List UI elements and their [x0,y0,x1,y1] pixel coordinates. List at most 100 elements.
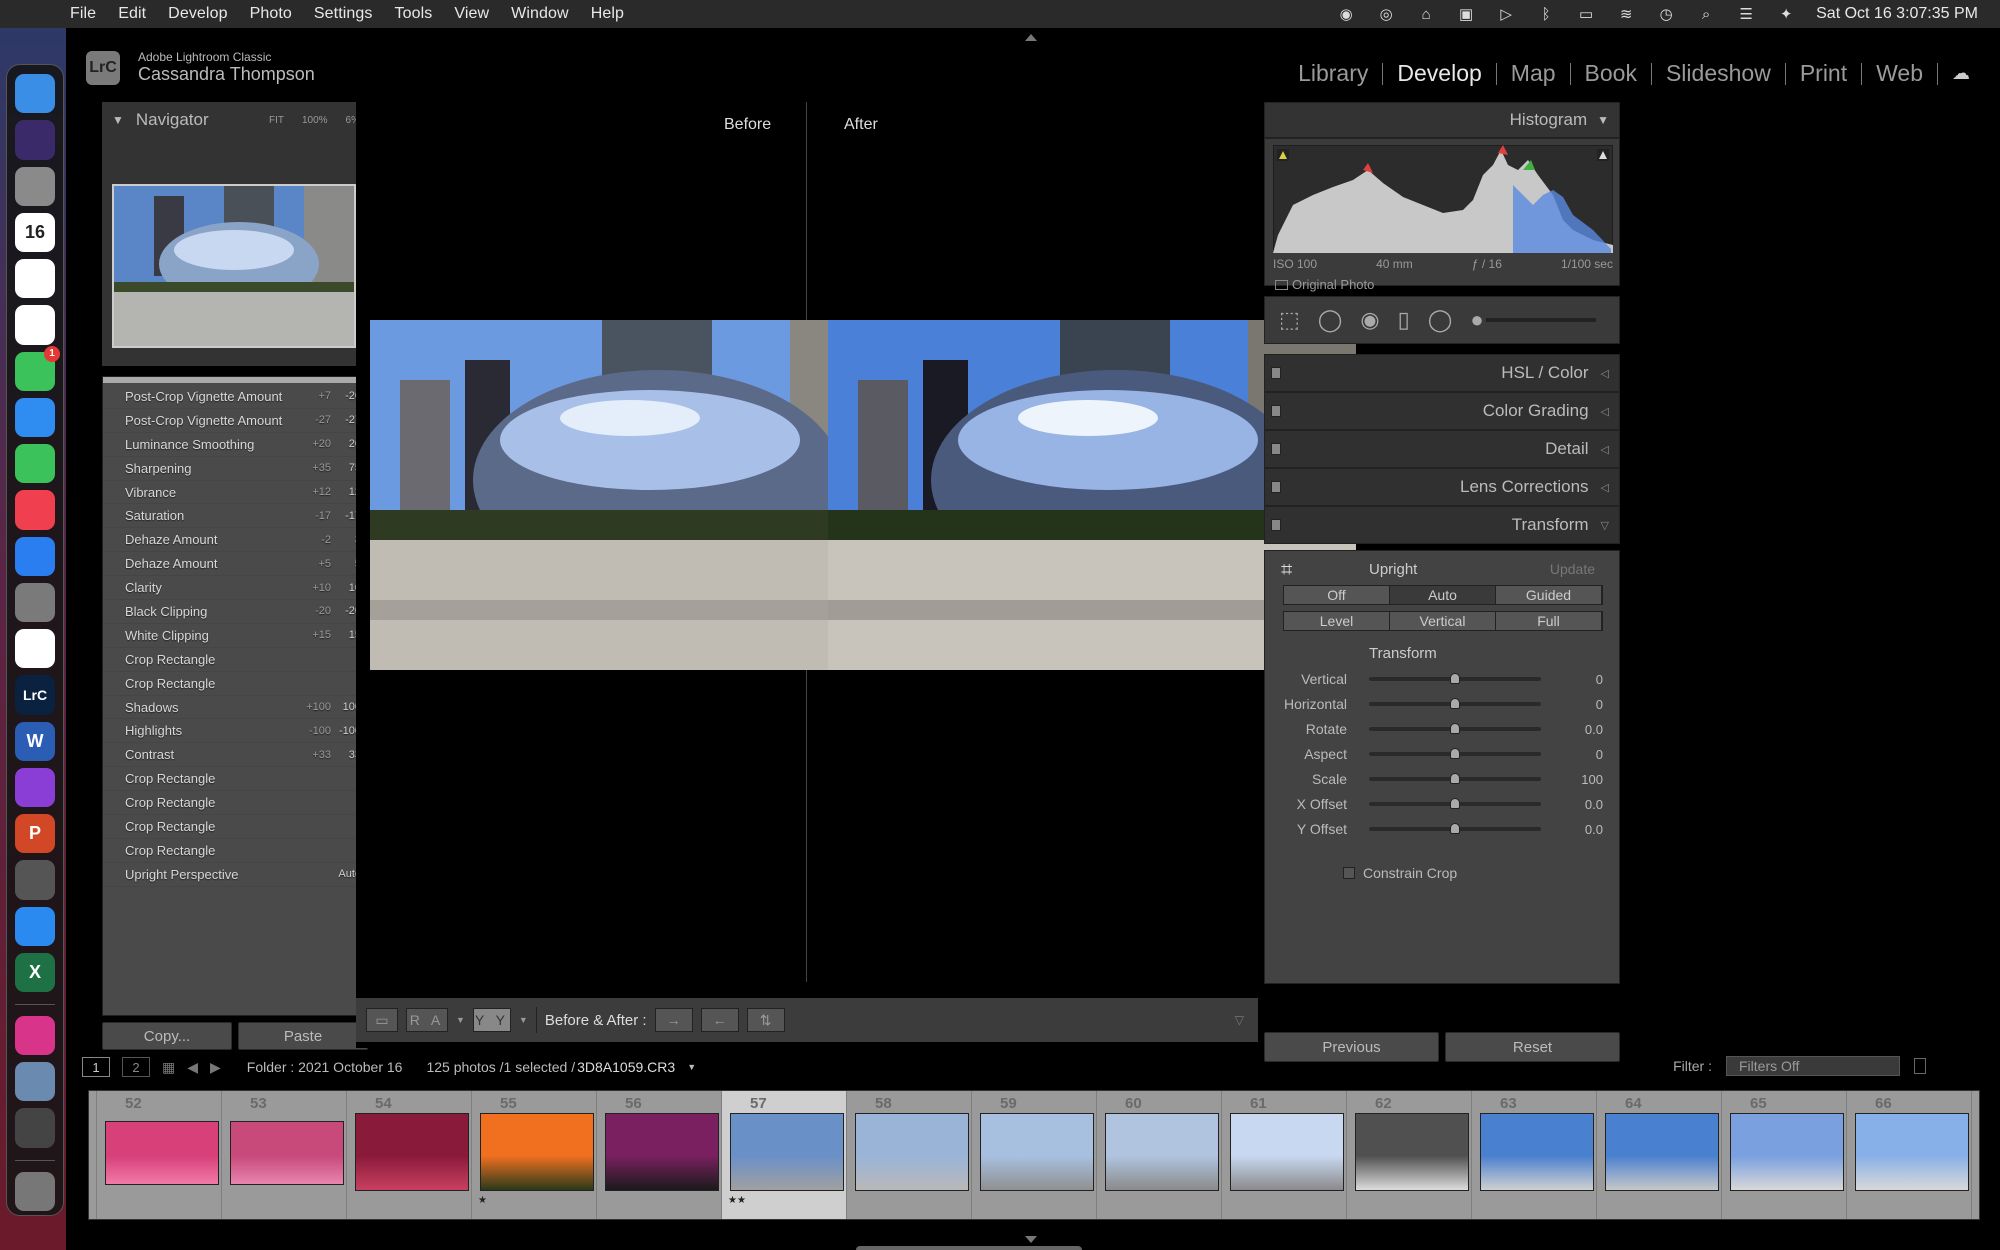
checkbox-icon[interactable] [1275,279,1288,290]
music-icon[interactable] [15,490,55,530]
thumbnail-image[interactable] [355,1113,469,1191]
bottom-panel-toggle-icon[interactable] [1025,1236,1037,1243]
filmstrip-thumbnail[interactable]: 63 [1472,1091,1597,1219]
module-slideshow[interactable]: Slideshow [1666,60,1771,87]
time-machine-icon[interactable]: ◷ [1656,4,1676,24]
loupe-view-button[interactable]: ▭ [366,1008,398,1032]
filter-lock-icon[interactable] [1914,1058,1926,1074]
slider-thumb[interactable] [1450,823,1460,834]
clock[interactable]: Sat Oct 16 3:07:35 PM [1816,5,1978,23]
forward-arrow-icon[interactable]: ▶ [210,1059,221,1076]
powerpoint-icon[interactable]: P [15,814,55,854]
panel-toggle-switch[interactable] [1271,481,1281,493]
module-develop[interactable]: Develop [1397,60,1481,87]
slider-value[interactable]: 100 [1581,772,1603,787]
filmstrip-thumbnail[interactable]: 55 ★ [472,1091,597,1219]
excel-icon[interactable]: X [15,952,55,992]
menu-tools[interactable]: Tools [395,5,433,23]
siri-icon[interactable]: ✦ [1776,4,1796,24]
navigator-image[interactable] [112,184,356,348]
history-item[interactable]: Luminance Smoothing +20 20 [103,433,367,457]
update-button[interactable]: Update [1550,561,1595,577]
adobe-acrobat-icon[interactable]: ◉ [1336,4,1356,24]
slider-value[interactable]: 0 [1596,672,1603,687]
word-icon[interactable]: W [15,721,55,761]
filter-select[interactable]: Filters Off [1726,1056,1900,1076]
creative-cloud-app-icon[interactable] [15,1015,55,1056]
image-capture-icon[interactable] [15,860,55,900]
toolbar-menu-icon[interactable]: ▽ [1235,1013,1244,1027]
paper-plane-icon[interactable] [15,1108,55,1148]
thumbnail-image[interactable] [1355,1113,1469,1191]
adjustment-brush-icon[interactable]: ● [1470,307,1596,333]
thumbnail-image[interactable] [730,1113,844,1191]
histogram-graph[interactable] [1273,145,1613,253]
main-window-button[interactable]: 1 [82,1057,110,1077]
thumbnail-image[interactable] [105,1121,219,1185]
filmstrip-thumbnail[interactable]: 59 [972,1091,1097,1219]
history-item[interactable]: Shadows +100 100 [103,696,367,720]
history-item[interactable]: Post-Crop Vignette Amount +7 -20 [103,385,367,409]
crop-overlay-icon[interactable]: ⬚ [1279,307,1300,333]
filmstrip-scrollbar[interactable] [856,1246,1082,1250]
thumbnail-image[interactable] [1105,1113,1219,1191]
slider-value[interactable]: 0.0 [1585,797,1603,812]
grid-view-icon[interactable]: ▦ [162,1059,175,1076]
section-hsl-color[interactable]: HSL / Color ◁ [1264,354,1620,392]
messages-icon[interactable]: 1 [15,345,60,391]
before-after-mode-button[interactable]: R A [406,1008,448,1032]
slider-thumb[interactable] [1450,773,1460,784]
radial-filter-icon[interactable]: ◯ [1428,307,1453,333]
play-icon[interactable]: ▷ [1496,4,1516,24]
upright-auto-button[interactable]: Auto [1390,586,1496,604]
slider-thumb[interactable] [1450,698,1460,709]
system-preferences-icon[interactable] [15,582,55,622]
panel-toggle-switch[interactable] [1271,367,1281,379]
app-store-icon[interactable] [15,536,55,576]
panel-toggle-switch[interactable] [1271,443,1281,455]
collapsed-triangle-icon[interactable]: ◁ [1601,443,1609,456]
history-item[interactable]: Sharpening +35 75 [103,457,367,481]
folder-path[interactable]: Folder : 2021 October 16 [247,1059,403,1075]
histogram-header[interactable]: Histogram ▼ [1264,102,1620,138]
constrain-crop-toggle[interactable]: Constrain Crop [1343,865,1457,881]
selected-filename[interactable]: 3D8A1059.CR3 [577,1059,675,1075]
slider-value[interactable]: 0 [1596,747,1603,762]
control-center-icon[interactable]: ☰ [1736,4,1756,24]
history-item[interactable]: Crop Rectangle [103,648,367,672]
paste-button[interactable]: Paste [238,1022,368,1050]
menu-help[interactable]: Help [591,5,624,23]
history-item[interactable]: Crop Rectangle [103,672,367,696]
cloud-sync-icon[interactable]: ☁ [1952,63,1970,84]
graduated-filter-icon[interactable]: ▯ [1398,307,1410,333]
module-web[interactable]: Web [1876,60,1923,87]
filmstrip-thumbnail[interactable]: 61 [1222,1091,1347,1219]
filmstrip-thumbnail[interactable]: 65 [1722,1091,1847,1219]
panel-toggle-switch[interactable] [1271,519,1281,531]
menu-develop[interactable]: Develop [168,5,227,23]
filmstrip-thumbnail[interactable]: 53 [222,1091,347,1219]
filmstrip-thumbnail[interactable]: 66 [1847,1091,1972,1219]
history-item[interactable]: Contrast +33 33 [103,743,367,768]
history-item[interactable]: Highlights -100 -100 [103,719,367,744]
finder-icon[interactable] [15,74,55,114]
lightroom-classic-icon[interactable]: LrC [15,675,55,715]
chrome-icon[interactable] [15,629,55,669]
zoom-fit[interactable]: FIT [269,115,284,126]
spotlight-search-icon[interactable]: ⌕ [1696,4,1716,24]
menu-view[interactable]: View [454,5,489,23]
upright-vertical-button[interactable]: Vertical [1390,612,1496,630]
calendar-icon[interactable]: 16 [15,212,55,252]
slider-thumb[interactable] [1450,673,1460,684]
checkbox-icon[interactable] [1343,867,1355,879]
history-item[interactable]: Dehaze Amount+55 [103,552,367,577]
copy-button[interactable]: Copy... [102,1022,232,1050]
upright-guided-tool-icon[interactable]: ⌗ [1281,559,1292,582]
back-arrow-icon[interactable]: ◀ [187,1059,198,1076]
swap-before-after-button[interactable]: ⇅ [746,1008,785,1032]
filmstrip-thumbnail[interactable]: 64 [1597,1091,1722,1219]
history-item[interactable]: Black Clipping -20 -20 [103,600,367,624]
section-transform[interactable]: Transform ▽ [1264,506,1620,544]
facetime-icon[interactable] [15,444,55,484]
chevron-down-icon[interactable]: ▼ [519,1015,528,1025]
